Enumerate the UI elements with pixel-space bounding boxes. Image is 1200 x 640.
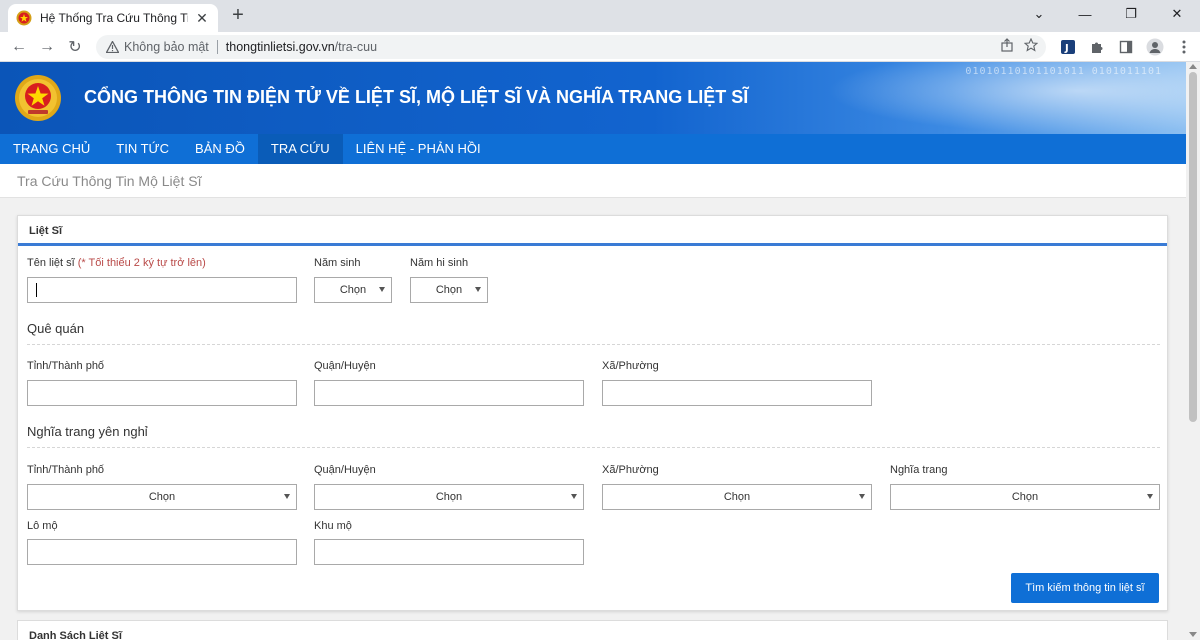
dropdown-arrow-icon xyxy=(475,287,481,292)
forward-icon[interactable]: → xyxy=(36,36,58,58)
text-caret xyxy=(36,283,37,297)
hometown-province-input[interactable] xyxy=(27,380,297,406)
window-controls: ⌄ — ❐ ✕ xyxy=(1016,0,1200,28)
extension-j-icon[interactable]: J xyxy=(1058,37,1078,57)
cemetery-section-title: Nghĩa trang yên nghỉ xyxy=(27,424,148,439)
area-label: Khu mộ xyxy=(314,520,352,532)
name-hint: (* Tối thiểu 2 ký tự trở lên) xyxy=(77,257,206,269)
dropdown-arrow-icon xyxy=(571,494,577,499)
browser-tabstrip: Hệ Thống Tra Cứu Thông Tin Mộ ✕ + ⌄ — ❐ … xyxy=(0,0,1200,32)
site-header-banner: 01010110101101011 0101011101 CỔNG THÔNG … xyxy=(0,62,1186,134)
search-button[interactable]: Tìm kiếm thông tin liệt sĩ xyxy=(1011,573,1159,603)
scrollbar-thumb[interactable] xyxy=(1189,72,1197,422)
cemetery-name-select[interactable]: Chọn xyxy=(890,484,1160,510)
tab-close-icon[interactable]: ✕ xyxy=(194,10,210,27)
security-label: Không bảo mật xyxy=(124,40,209,54)
cemetery-name-label: Nghĩa trang xyxy=(890,464,948,476)
main-nav: TRANG CHỦ TIN TỨC BẢN ĐỒ TRA CỨU LIÊN HỆ… xyxy=(0,134,1186,164)
nav-item-home[interactable]: TRANG CHỦ xyxy=(0,134,103,164)
birth-year-label: Năm sinh xyxy=(314,257,361,269)
address-bar[interactable]: Không bảo mật thongtinlietsi.gov.vn/tra-… xyxy=(96,35,1046,59)
dropdown-arrow-icon xyxy=(859,494,865,499)
hometown-district-label: Quận/Huyện xyxy=(314,360,376,372)
reload-icon[interactable]: ↻ xyxy=(64,36,86,58)
tab-title: Hệ Thống Tra Cứu Thông Tin Mộ xyxy=(40,11,188,25)
bookmark-star-icon[interactable] xyxy=(1024,38,1038,52)
nav-item-contact[interactable]: LIÊN HỆ - PHẢN HỒI xyxy=(343,134,494,164)
nav-item-lookup[interactable]: TRA CỨU xyxy=(257,134,343,164)
cemetery-province-select[interactable]: Chọn xyxy=(27,484,297,510)
breadcrumb: Tra Cứu Thông Tin Mộ Liệt Sĩ xyxy=(0,164,1186,198)
dropdown-arrow-icon xyxy=(379,287,385,292)
birth-year-select[interactable]: Chọn xyxy=(314,277,392,303)
url-host: thongtinlietsi.gov.vn xyxy=(225,40,335,54)
vietnam-emblem-icon xyxy=(16,10,32,26)
death-year-label: Năm hi sinh xyxy=(410,257,469,269)
hometown-ward-input[interactable] xyxy=(602,380,872,406)
name-label-text: Tên liệt sĩ xyxy=(27,257,75,269)
cemetery-ward-label: Xã/Phường xyxy=(602,464,659,476)
search-panel: Liệt Sĩ Tên liệt sĩ (* Tối thiểu 2 ký tự… xyxy=(17,215,1168,611)
results-panel: Danh Sách Liệt Sĩ xyxy=(17,620,1168,640)
nav-item-news[interactable]: TIN TỨC xyxy=(103,134,182,164)
warning-icon xyxy=(106,41,119,53)
new-tab-button[interactable]: + xyxy=(228,5,248,25)
hometown-province-label: Tỉnh/Thành phố xyxy=(27,360,105,372)
hometown-ward-label: Xã/Phường xyxy=(602,360,659,372)
cemetery-ward-value: Chọn xyxy=(723,491,751,503)
section-divider xyxy=(27,344,1160,345)
martyr-name-input[interactable] xyxy=(27,277,297,303)
cemetery-ward-select[interactable]: Chọn xyxy=(602,484,872,510)
tab-search-icon[interactable]: ⌄ xyxy=(1016,0,1062,28)
name-label: Tên liệt sĩ (* Tối thiểu 2 ký tự trở lên… xyxy=(27,257,206,269)
hometown-section-title: Quê quán xyxy=(27,321,85,336)
menu-icon[interactable] xyxy=(1174,37,1194,57)
profile-icon[interactable] xyxy=(1145,37,1165,57)
cemetery-province-label: Tỉnh/Thành phố xyxy=(27,464,105,476)
hometown-district-input[interactable] xyxy=(314,380,584,406)
back-icon[interactable]: ← xyxy=(8,36,30,58)
dropdown-arrow-icon xyxy=(284,494,290,499)
minimize-icon[interactable]: — xyxy=(1062,0,1108,28)
dropdown-arrow-icon xyxy=(1147,494,1153,499)
scroll-down-icon[interactable] xyxy=(1189,632,1197,637)
omnibox-divider xyxy=(216,40,218,54)
section-divider xyxy=(27,447,1160,448)
cemetery-name-value: Chọn xyxy=(1011,491,1039,503)
puzzle-icon[interactable] xyxy=(1087,37,1107,57)
death-year-value: Chọn xyxy=(435,284,463,296)
url-text: thongtinlietsi.gov.vn/tra-cuu xyxy=(226,40,377,54)
cemetery-district-label: Quận/Huyện xyxy=(314,464,376,476)
close-window-icon[interactable]: ✕ xyxy=(1154,0,1200,28)
death-year-select[interactable]: Chọn xyxy=(410,277,488,303)
site-title: CỔNG THÔNG TIN ĐIỆN TỬ VỀ LIỆT SĨ, MỘ LI… xyxy=(84,87,749,107)
restore-icon[interactable]: ❐ xyxy=(1108,0,1154,28)
birth-year-value: Chọn xyxy=(339,284,367,296)
cemetery-province-value: Chọn xyxy=(148,491,176,503)
nav-item-map[interactable]: BẢN ĐỒ xyxy=(182,134,258,164)
plot-label: Lô mộ xyxy=(27,520,58,532)
extension-area: J xyxy=(1058,37,1200,57)
national-emblem-logo xyxy=(15,75,61,121)
share-icon[interactable] xyxy=(1000,38,1014,52)
cemetery-district-value: Chọn xyxy=(435,491,463,503)
cemetery-district-select[interactable]: Chọn xyxy=(314,484,584,510)
svg-text:J: J xyxy=(1064,43,1069,54)
sidepanel-icon[interactable] xyxy=(1116,37,1136,57)
page-title: Tra Cứu Thông Tin Mộ Liệt Sĩ xyxy=(17,173,202,189)
area-input[interactable] xyxy=(314,539,584,565)
browser-tab[interactable]: Hệ Thống Tra Cứu Thông Tin Mộ ✕ xyxy=(8,4,218,32)
plot-input[interactable] xyxy=(27,539,297,565)
browser-toolbar: ← → ↻ Không bảo mật thongtinlietsi.gov.v… xyxy=(0,32,1200,62)
header-binary-decoration: 01010110101101011 0101011101 xyxy=(965,66,1162,77)
url-path: /tra-cuu xyxy=(334,40,378,54)
panel-title: Liệt Sĩ xyxy=(18,216,1167,246)
results-title: Danh Sách Liệt Sĩ xyxy=(29,630,122,640)
scroll-up-icon[interactable] xyxy=(1189,64,1197,69)
page-scrollbar[interactable] xyxy=(1186,62,1200,640)
